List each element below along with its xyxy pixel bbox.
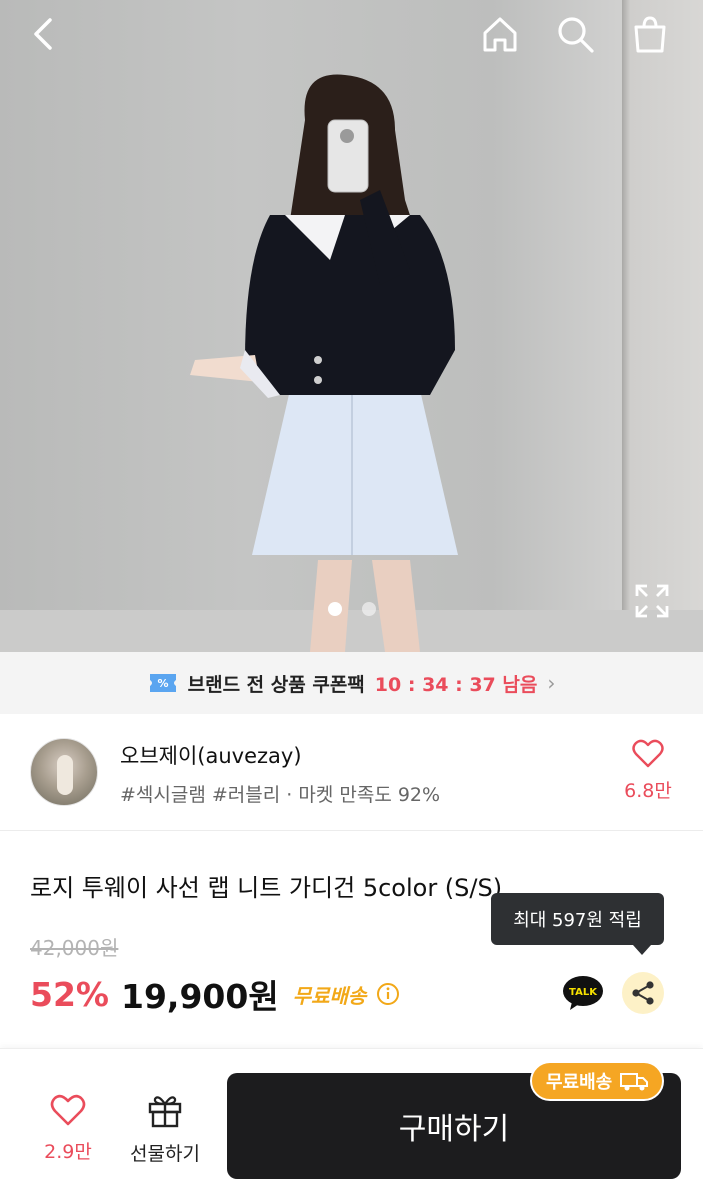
carousel-dot-1[interactable]: [327, 602, 342, 616]
seller-name[interactable]: 오브제이(auvezay): [120, 740, 302, 770]
gift-button[interactable]: 선물하기: [120, 1091, 210, 1166]
heart-icon: [632, 739, 664, 768]
home-button[interactable]: [478, 12, 522, 56]
carousel-dot-2[interactable]: [361, 602, 376, 616]
bottom-action-bar: 2.9만 선물하기 구매하기 무료배송: [0, 1048, 703, 1200]
info-icon[interactable]: [376, 982, 400, 1006]
seller-section[interactable]: 오브제이(auvezay) #섹시글램 #러블리 · 마켓 만족도 92% 6.…: [0, 714, 703, 831]
back-button[interactable]: [22, 12, 66, 56]
discount-rate: 52%: [30, 974, 109, 1014]
seller-tags: #섹시글램 #러블리 · 마켓 만족도 92%: [120, 784, 441, 806]
coupon-timer: 10 : 34 : 37 남음: [374, 673, 538, 696]
chevron-right-icon: ›: [547, 671, 556, 695]
share-icon: [632, 981, 654, 1005]
seller-like-button[interactable]: 6.8만: [616, 738, 680, 803]
gift-label: 선물하기: [130, 1143, 200, 1165]
coupon-icon: %: [149, 674, 176, 692]
product-photo: [190, 74, 458, 652]
talk-label: TALK: [569, 987, 598, 998]
points-tooltip: 최대 597원 적립: [491, 893, 664, 955]
kakaotalk-share-icon[interactable]: TALK: [562, 974, 604, 1012]
free-shipping-badge: 무료배송: [530, 1061, 665, 1101]
expand-icon[interactable]: [633, 582, 671, 620]
gift-icon: [148, 1096, 182, 1128]
seller-avatar[interactable]: [30, 738, 98, 806]
heart-icon: [50, 1094, 86, 1126]
coupon-banner[interactable]: % 브랜드 전 상품 쿠폰팩 10 : 34 : 37 남음 ›: [0, 652, 703, 714]
cart-button[interactable]: [628, 12, 672, 56]
sale-price: 19,900원: [121, 977, 279, 1016]
free-shipping-label: 무료배송: [292, 983, 367, 1008]
share-button[interactable]: [622, 972, 664, 1014]
product-like-button[interactable]: 2.9만: [36, 1093, 100, 1164]
coupon-text: 브랜드 전 상품 쿠폰팩: [187, 673, 365, 696]
search-icon: [558, 17, 594, 53]
shopping-bag-icon: [634, 16, 666, 53]
svg-text:%: %: [157, 677, 168, 690]
free-shipping-badge-label: 무료배송: [546, 1072, 613, 1093]
seller-like-count: 6.8만: [624, 780, 672, 802]
price-row: 52% 19,900원 무료배송: [30, 970, 400, 1018]
product-like-count: 2.9만: [44, 1141, 92, 1163]
home-icon: [483, 17, 517, 52]
search-button[interactable]: [553, 12, 597, 56]
carousel-dots: [0, 602, 703, 616]
truck-icon: [620, 1073, 649, 1091]
original-price: 42,000원: [30, 936, 119, 960]
product-image-carousel[interactable]: [0, 0, 703, 652]
chevron-left-icon: [34, 18, 52, 50]
product-title: 로지 투웨이 사선 랩 니트 가디건 5color (S/S): [30, 874, 503, 902]
